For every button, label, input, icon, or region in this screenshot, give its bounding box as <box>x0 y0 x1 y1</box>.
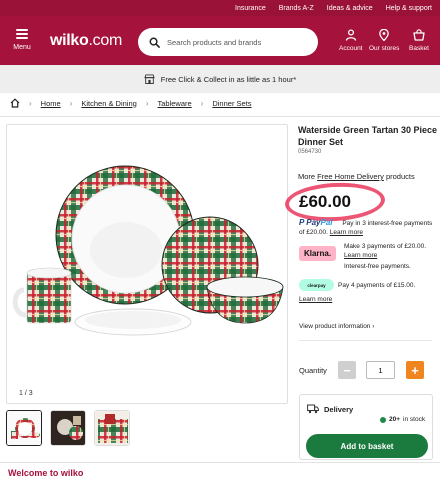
basket-label: Basket <box>409 45 429 52</box>
store-icon <box>144 74 155 84</box>
thumbnail-1[interactable] <box>6 410 42 446</box>
klarna-option: Make 3 payments of £20.00. Learn more In… <box>344 242 426 274</box>
clearpay-logo: clearpay <box>299 279 334 291</box>
stores-label: Our stores <box>369 45 400 52</box>
klarna-logo: Klarna. <box>299 246 336 261</box>
clearpay-learn-more[interactable]: Learn more <box>299 296 332 303</box>
welcome-section: Welcome to wilko <box>0 462 440 482</box>
utility-link-brands[interactable]: Brands A-Z <box>279 5 314 12</box>
hamburger-icon <box>16 29 28 39</box>
paypal-text: Pay in 3 interest-free payments <box>342 220 433 227</box>
delivery-label: Delivery <box>324 405 354 414</box>
home-icon[interactable] <box>10 98 20 108</box>
in-stock-dot-icon <box>380 416 386 423</box>
breadcrumb-dinner-sets[interactable]: Dinner Sets <box>212 99 251 108</box>
breadcrumb-home[interactable]: Home <box>41 99 61 108</box>
free-delivery-promo: More Free Home Delivery products <box>298 172 415 181</box>
clearpay-option: Learn more <box>299 295 332 304</box>
klarna-learn-more[interactable]: Learn more <box>344 252 377 259</box>
account-label: Account <box>339 45 363 52</box>
menu-label: Menu <box>13 44 31 51</box>
thumbnail-3[interactable] <box>94 410 130 446</box>
menu-button[interactable]: Menu <box>8 26 36 56</box>
add-to-basket-button[interactable]: Add to basket <box>306 434 428 458</box>
quantity-input[interactable] <box>366 361 395 379</box>
site-header: Menu wilko.com Account Our stores Basket <box>0 16 440 65</box>
stock-text: in stock <box>403 416 426 423</box>
click-collect-banner[interactable]: Free Click & Collect in as little as 1 h… <box>0 65 440 93</box>
truck-icon <box>307 404 319 414</box>
paypal-option: P PayPal Pay in 3 interest-free payments… <box>299 218 432 237</box>
chevron-right-icon: › <box>145 98 149 108</box>
paypal-text-2: of £20.00. <box>299 229 330 236</box>
account-button[interactable]: Account <box>339 29 363 52</box>
breadcrumb: › Home › Kitchen & Dining › Tableware › … <box>10 97 252 109</box>
stock-count: 20+ <box>389 416 401 423</box>
quantity-label: Quantity <box>299 366 327 375</box>
stock-status: 20+ in stock <box>380 416 425 423</box>
klarna-text-2: Interest-free payments. <box>344 263 411 270</box>
image-counter: 1 / 3 <box>19 390 33 397</box>
product-sku: 0564730 <box>298 149 322 155</box>
paypal-learn-more[interactable]: Learn more <box>330 229 363 236</box>
product-image-gallery[interactable]: 1 / 3 <box>6 124 288 404</box>
clearpay-text: Pay 4 payments of £15.00. <box>338 282 416 289</box>
chevron-right-icon: › <box>29 98 32 108</box>
free-home-delivery-link[interactable]: Free Home Delivery <box>317 172 384 181</box>
user-icon <box>345 29 356 41</box>
view-product-information-link[interactable]: View product information › <box>299 323 374 330</box>
quantity-increase-button[interactable]: + <box>406 361 424 379</box>
utility-link-insurance[interactable]: Insurance <box>235 5 266 12</box>
welcome-heading: Welcome to wilko <box>8 468 84 478</box>
basket-icon <box>413 29 425 41</box>
quantity-decrease-button[interactable]: − <box>338 361 356 379</box>
klarna-text: Make 3 payments of £20.00. <box>344 243 427 250</box>
thumbnail-strip <box>6 410 130 446</box>
utility-link-ideas[interactable]: Ideas & advice <box>327 5 373 12</box>
product-title: Waterside Green Tartan 30 Piece Dinner S… <box>298 125 438 147</box>
utility-link-help[interactable]: Help & support <box>386 5 432 12</box>
breadcrumb-tableware[interactable]: Tableware <box>157 99 191 108</box>
chevron-right-icon: › <box>200 98 204 108</box>
product-image[interactable] <box>7 125 288 404</box>
search-icon <box>149 37 160 48</box>
paypal-logo: P PayPal <box>299 218 333 227</box>
thumbnail-2[interactable] <box>50 410 86 446</box>
product-price: £60.00 <box>299 192 351 211</box>
search-input[interactable] <box>167 37 307 47</box>
search-bar[interactable] <box>138 28 318 56</box>
wilko-logo[interactable]: wilko.com <box>50 32 122 50</box>
stores-button[interactable]: Our stores <box>369 29 399 52</box>
breadcrumb-kitchen-dining[interactable]: Kitchen & Dining <box>81 99 136 108</box>
breadcrumb-divider <box>0 116 440 117</box>
click-collect-text: Free Click & Collect in as little as 1 h… <box>160 74 297 84</box>
utility-bar: Insurance Brands A-Z Ideas & advice Help… <box>0 0 440 16</box>
basket-button[interactable]: Basket <box>409 29 429 52</box>
chevron-right-icon: › <box>69 98 73 108</box>
location-pin-icon <box>379 29 390 41</box>
divider <box>299 340 432 341</box>
